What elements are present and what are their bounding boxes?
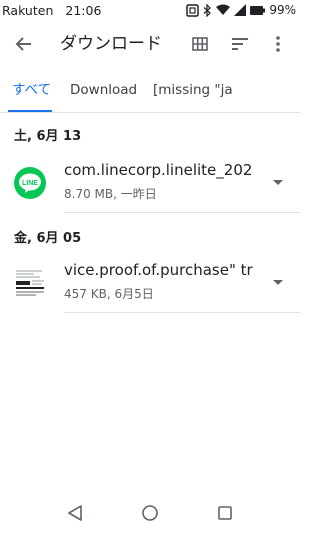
tab-indicator — [8, 110, 52, 112]
tab-missing-ja[interactable]: [missing "ja — [153, 68, 233, 112]
sort-icon — [232, 38, 248, 50]
wifi-icon — [216, 4, 231, 15]
nav-back-button[interactable] — [63, 501, 87, 525]
more-options-button[interactable] — [262, 28, 294, 60]
bluetooth-icon — [203, 3, 212, 17]
list-item[interactable]: vice.proof.of.purchase" tr 457 KB, 6月5日 — [0, 255, 300, 311]
circle-home-icon — [142, 505, 158, 521]
tab-all[interactable]: すべて — [12, 68, 51, 112]
tab-download[interactable]: Download — [70, 68, 137, 112]
file-meta: 457 KB, 6月5日 — [64, 287, 154, 301]
battery-icon — [250, 5, 266, 15]
triangle-back-icon — [68, 505, 82, 521]
file-name: com.linecorp.linelite_202 — [64, 161, 253, 179]
signal-icon — [234, 4, 247, 16]
system-nav-bar — [0, 493, 300, 533]
grid-view-icon — [192, 37, 208, 51]
back-button[interactable] — [8, 28, 40, 60]
item-menu-button[interactable] — [262, 267, 294, 299]
divider — [64, 212, 300, 213]
filter-tabs: すべて Download [missing "ja — [0, 68, 300, 113]
carrier-label: Rakuten — [2, 2, 54, 18]
app-bar: ダウンロード — [0, 20, 300, 68]
back-arrow-icon — [15, 37, 31, 51]
nav-home-button[interactable] — [138, 501, 162, 525]
battery-percent: 99% — [269, 3, 296, 17]
divider — [64, 312, 300, 313]
document-thumbnail — [14, 267, 46, 299]
line-app-icon: LINE — [14, 167, 46, 199]
clock: 21:06 — [65, 2, 102, 18]
grid-view-button[interactable] — [184, 28, 216, 60]
square-recents-icon — [218, 506, 232, 520]
page-title: ダウンロード — [60, 34, 162, 54]
dropdown-arrow-icon — [273, 280, 283, 285]
status-icons: 99% — [186, 0, 296, 20]
section-header-date: 土, 6月 13 — [14, 129, 82, 144]
line-logo-text: LINE — [22, 180, 38, 187]
dropdown-arrow-icon — [273, 180, 283, 185]
file-meta: 8.70 MB, 一昨日 — [64, 187, 157, 201]
nfc-icon — [186, 3, 200, 17]
status-bar: Rakuten 21:06 99% — [0, 0, 300, 20]
more-vert-icon — [276, 36, 280, 52]
file-name: vice.proof.of.purchase" tr — [64, 261, 253, 279]
list-item[interactable]: LINE com.linecorp.linelite_202 8.70 MB, … — [0, 155, 300, 211]
sort-button[interactable] — [224, 28, 256, 60]
nav-recents-button[interactable] — [213, 501, 237, 525]
section-header-date: 金, 6月 05 — [14, 231, 82, 246]
item-menu-button[interactable] — [262, 167, 294, 199]
